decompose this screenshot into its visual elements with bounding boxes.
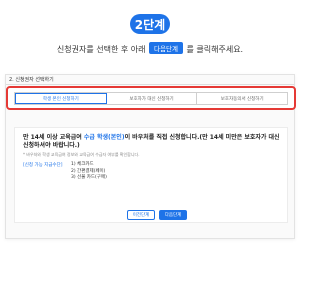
applicant-content: 만 14세 이상 교육급여 수급 학생(본인)이 바우처를 직접 신청합니다.(… xyxy=(14,127,288,223)
section-title: 2. 신청권자 선택하기 xyxy=(6,77,294,85)
applicant-panel: 2. 신청권자 선택하기 학생 본인 신청하기 보호자가 대신 신청하기 보호자… xyxy=(5,74,296,239)
tab-guardian-consent[interactable]: 보호자동의서 신청하기 xyxy=(197,93,288,104)
instruction-next-button-label: 다음단계 xyxy=(149,42,183,54)
instruction-suffix: 를 클릭해주세요. xyxy=(186,45,244,54)
tab-guardian-proxy[interactable]: 보호자가 대신 신청하기 xyxy=(106,93,198,104)
prev-step-button[interactable]: 이전단계 xyxy=(127,210,155,220)
instruction-prefix: 신청권자를 선택한 후 아래 xyxy=(56,45,146,54)
notice-prefix: 만 14세 이상 교육급여 xyxy=(23,134,82,141)
instruction-text: 신청권자를 선택한 후 아래 다음단계 를 클릭해주세요. xyxy=(0,42,300,55)
notice-highlight: 수급 학생(본인) xyxy=(83,134,125,141)
sub-notice: * 바우처와 학생 교육급여 정보와 교육급여 수급자 여부를 확인합니다. xyxy=(23,152,140,157)
notice-text: 만 14세 이상 교육급여 수급 학생(본인)이 바우처를 직접 신청합니다.(… xyxy=(23,134,281,150)
applicant-tabs-highlight: 학생 본인 신청하기 보호자가 대신 신청하기 보호자동의서 신청하기 xyxy=(6,86,296,110)
list-item: 3) 선불 카드(구매) xyxy=(71,175,107,180)
payment-method-list: 1) 체크카드 2) 간편결제(페이) 3) 선불 카드(구매) xyxy=(71,162,107,182)
payment-method-label: [신청 가능 지급수단] xyxy=(23,163,63,168)
next-step-button[interactable]: 다음단계 xyxy=(159,210,187,220)
tab-student-self[interactable]: 학생 본인 신청하기 xyxy=(15,93,107,104)
applicant-tabs: 학생 본인 신청하기 보호자가 대신 신청하기 보호자동의서 신청하기 xyxy=(14,92,288,105)
step-badge: 2단계 xyxy=(130,14,170,34)
